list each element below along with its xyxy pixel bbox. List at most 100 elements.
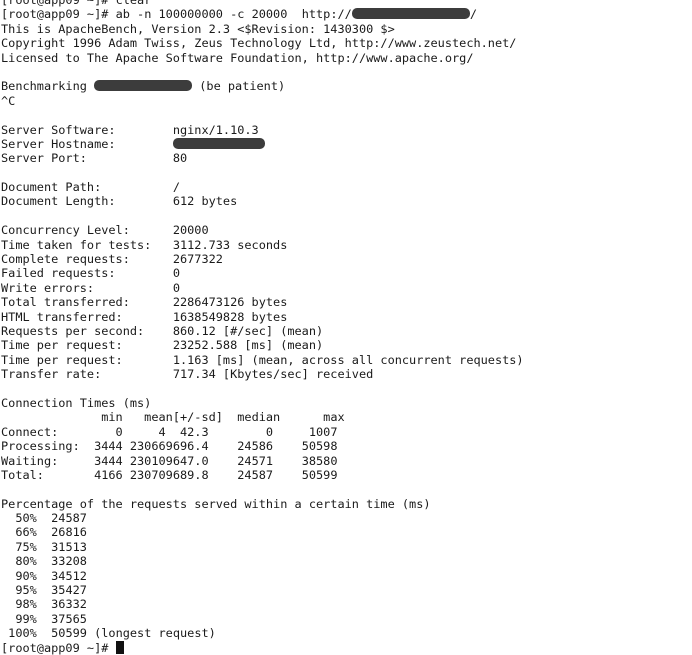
percentile-value: 33208 <box>51 554 87 569</box>
percentile-value: 37565 <box>51 611 87 626</box>
cell-mean: 23066 <box>122 439 166 454</box>
cell-sd: 9689.8 <box>165 467 216 482</box>
header-median: median <box>222 410 281 425</box>
stat-value: 860.12 [#/sec] (mean) <box>172 323 324 338</box>
header-min: min <box>79 410 123 425</box>
stat-value: / <box>172 180 180 195</box>
percentile-value: 31513 <box>51 539 87 554</box>
connection-times-row: Connect: 0 4 42.3 0 1007 <box>1 425 691 439</box>
banner-line: Copyright 1996 Adam Twiss, Zeus Technolo… <box>1 36 517 51</box>
stat-line: Time per request: 23252.588 [ms] (mean) <box>1 338 691 352</box>
percentile-value: 34512 <box>51 568 87 583</box>
row-label: Waiting: <box>1 453 80 468</box>
redacted-host <box>94 80 193 92</box>
connection-times-row: Total: 4166 230709689.8 24587 50599 <box>1 468 691 482</box>
cell-mean: 4 <box>122 424 166 439</box>
stat-label: Write errors: <box>1 280 173 295</box>
header-max: max <box>280 410 345 425</box>
cell-max: 50598 <box>273 439 338 454</box>
cell-max: 38580 <box>273 453 338 468</box>
percentile-row: 80% 33208 <box>1 554 691 568</box>
row-label: Connect: <box>1 424 80 439</box>
cell-median: 0 <box>215 424 274 439</box>
percentile-note: (longest request) <box>94 626 216 641</box>
terminal-output[interactable]: [root@app09 ~]# clear [root@app09 ~]# ab… <box>1 0 691 655</box>
redacted-url <box>351 8 470 20</box>
row-label: Total: <box>1 467 80 482</box>
final-prompt-line[interactable]: [root@app09 ~]# <box>1 640 691 655</box>
stat-line: Failed requests: 0 <box>1 266 691 280</box>
stat-value: 80 <box>172 151 188 166</box>
stat-value: 0 <box>172 266 180 281</box>
cell-mean: 23010 <box>122 453 166 468</box>
cursor-icon <box>115 640 124 654</box>
percentile-label: 66% <box>1 525 52 540</box>
command-text-suffix: / <box>469 7 477 22</box>
stat-line: HTML transferred: 1638549828 bytes <box>1 310 691 324</box>
cell-median: 24586 <box>215 439 274 454</box>
stat-value: 0 <box>172 280 180 295</box>
stat-label: Total transferred: <box>1 295 173 310</box>
server-software-line: Server Software: nginx/1.10.3 <box>1 123 691 137</box>
cell-median: 24571 <box>215 453 274 468</box>
percentile-value: 36332 <box>51 597 87 612</box>
stat-value: 1638549828 bytes <box>172 309 288 324</box>
percentile-row: 75% 31513 <box>1 540 691 554</box>
cell-max: 1007 <box>273 424 338 439</box>
stat-label: Time per request: <box>1 338 173 353</box>
percentile-row: 100% 50599 (longest request) <box>1 626 691 640</box>
row-label: Processing: <box>1 439 80 454</box>
stat-value: nginx/1.10.3 <box>172 122 259 137</box>
cell-sd: 42.3 <box>165 424 216 439</box>
stat-label: Server Hostname: <box>1 136 173 151</box>
connection-times-header: min mean[+/-sd] median max <box>1 410 691 424</box>
header-mean-sd: mean[+/-sd] <box>122 410 223 425</box>
connection-times-title: Connection Times (ms) <box>1 395 152 410</box>
command-text: ab -n 100000000 -c 20000 http:// <box>115 7 352 22</box>
stat-label: Failed requests: <box>1 266 173 281</box>
percentile-value: 26816 <box>51 525 87 540</box>
percentile-value: 24587 <box>51 511 87 526</box>
percentile-label: 90% <box>1 568 52 583</box>
cell-mean: 23070 <box>122 467 166 482</box>
prompt: [root@app09 ~]# <box>1 7 109 22</box>
command-text: clear <box>115 0 152 7</box>
stat-value: 20000 <box>172 223 209 238</box>
cell-min: 4166 <box>79 467 123 482</box>
stat-line: Transfer rate: 717.34 [Kbytes/sec] recei… <box>1 367 691 381</box>
percentile-label: 100% <box>1 626 52 641</box>
stat-label: Document Length: <box>1 194 173 209</box>
connection-times-row: Waiting: 3444 230109647.0 24571 38580 <box>1 454 691 468</box>
stat-label: Server Port: <box>1 151 173 166</box>
percentile-value: 50599 <box>51 626 87 641</box>
stat-line: Time taken for tests: 3112.733 seconds <box>1 238 691 252</box>
stat-line: Complete requests: 2677322 <box>1 252 691 266</box>
stat-label: Time taken for tests: <box>1 237 173 252</box>
percentile-value: 35427 <box>51 583 87 598</box>
stat-value: 3112.733 seconds <box>172 237 288 252</box>
stat-label: Concurrency Level: <box>1 223 173 238</box>
cell-median: 24587 <box>215 467 274 482</box>
stat-label: HTML transferred: <box>1 309 173 324</box>
prompt: [root@app09 ~]# <box>1 640 109 655</box>
stat-value: 612 bytes <box>172 194 238 209</box>
benchmarking-label: Benchmarking <box>1 79 87 94</box>
stat-value: 23252.588 [ms] (mean) <box>172 338 324 353</box>
stat-value: 1.163 [ms] (mean, across all concurrent … <box>172 352 524 367</box>
stat-value: 2677322 <box>172 252 223 267</box>
percentile-label: 75% <box>1 539 52 554</box>
stat-line: Time per request: 1.163 [ms] (mean, acro… <box>1 353 691 367</box>
prompt: [root@app09 ~]# <box>1 0 109 7</box>
ab-command-line: [root@app09 ~]# ab -n 100000000 -c 20000… <box>1 7 691 21</box>
percentile-row: 95% 35427 <box>1 583 691 597</box>
stat-line: Write errors: 0 <box>1 281 691 295</box>
server-hostname-line: Server Hostname: <box>1 137 691 151</box>
connection-times-row: Processing: 3444 230669696.4 24586 50598 <box>1 439 691 453</box>
stat-label: Complete requests: <box>1 252 173 267</box>
cell-sd: 9647.0 <box>165 453 216 468</box>
